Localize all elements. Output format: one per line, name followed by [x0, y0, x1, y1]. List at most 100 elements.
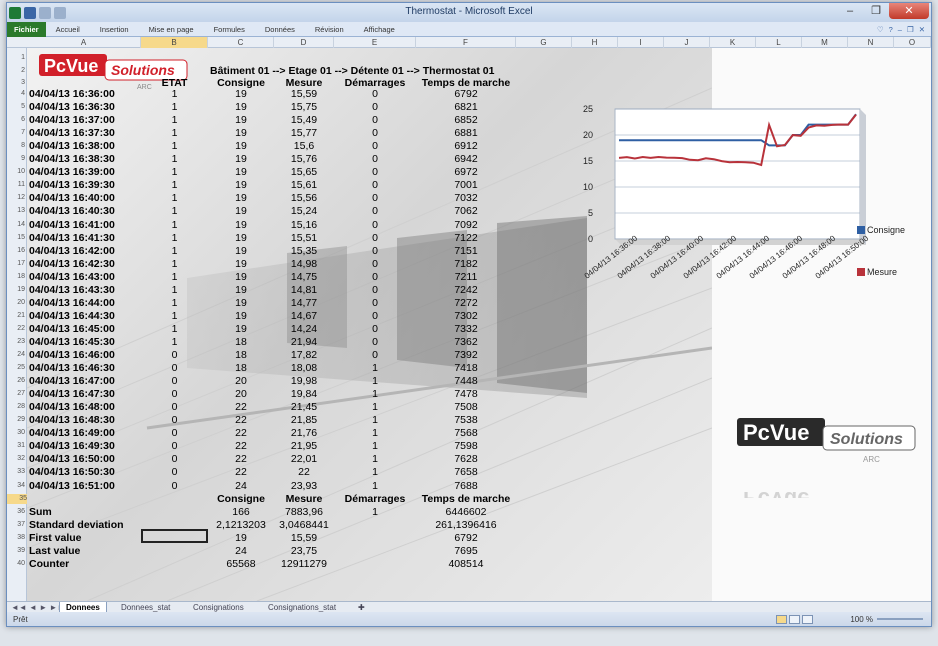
cell-consigne[interactable]: 19	[210, 245, 272, 258]
cell-consigne[interactable]: 19	[210, 166, 272, 179]
doc-close-icon[interactable]: ✕	[919, 25, 925, 34]
cell-consigne[interactable]: 22	[210, 466, 272, 479]
cell-demarrages[interactable]: 0	[336, 284, 414, 297]
cell-mesure[interactable]: 15,16	[276, 219, 332, 232]
cell-consigne[interactable]: 19	[210, 297, 272, 310]
tab-mise-en-page[interactable]: Mise en page	[139, 25, 204, 34]
cell-temps[interactable]: 7122	[418, 232, 514, 245]
column-header-b[interactable]: B	[141, 37, 208, 48]
cell-mesure[interactable]: 14,24	[276, 323, 332, 336]
cell-etat[interactable]: 1	[143, 140, 206, 153]
row-header-14[interactable]: 14	[7, 220, 25, 230]
cell-consigne[interactable]: 19	[210, 271, 272, 284]
cell-temps[interactable]: 7478	[418, 388, 514, 401]
cell-etat[interactable]: 1	[143, 284, 206, 297]
tab-affichage[interactable]: Affichage	[354, 25, 405, 34]
cell-temps[interactable]: 7182	[418, 258, 514, 271]
stats-demarrages[interactable]: 1	[336, 506, 414, 519]
row-header-6[interactable]: 6	[7, 115, 25, 125]
cell-timestamp[interactable]: 04/04/13 16:45:00	[29, 323, 139, 336]
cell-timestamp[interactable]: 04/04/13 16:43:00	[29, 271, 139, 284]
cell-consigne[interactable]: 19	[210, 101, 272, 114]
cell-timestamp[interactable]: 04/04/13 16:45:30	[29, 336, 139, 349]
cell-timestamp[interactable]: 04/04/13 16:42:30	[29, 258, 139, 271]
cell-temps[interactable]: 7211	[418, 271, 514, 284]
cell-consigne[interactable]: 18	[210, 336, 272, 349]
column-header-d[interactable]: D	[274, 37, 334, 48]
cell-mesure[interactable]: 14,98	[276, 258, 332, 271]
cell-consigne[interactable]: 19	[210, 232, 272, 245]
cell-etat[interactable]: 1	[143, 232, 206, 245]
cell-mesure[interactable]: 21,45	[276, 401, 332, 414]
stats-consigne[interactable]: 19	[210, 532, 272, 545]
cell-temps[interactable]: 7032	[418, 192, 514, 205]
stats-temps[interactable]: 261,1396416	[418, 519, 514, 532]
row-header-18[interactable]: 18	[7, 272, 25, 282]
cell-demarrages[interactable]: 1	[336, 388, 414, 401]
cell-consigne[interactable]: 19	[210, 192, 272, 205]
stats-mesure[interactable]: 23,75	[276, 545, 332, 558]
cell-mesure[interactable]: 15,51	[276, 232, 332, 245]
cell-mesure[interactable]: 15,6	[276, 140, 332, 153]
cell-mesure[interactable]: 19,84	[276, 388, 332, 401]
cell-demarrages[interactable]: 0	[336, 140, 414, 153]
cell-demarrages[interactable]: 0	[336, 271, 414, 284]
cell-consigne[interactable]: 19	[210, 127, 272, 140]
cell-consigne[interactable]: 19	[210, 153, 272, 166]
row-header-19[interactable]: 19	[7, 285, 25, 295]
cell-timestamp[interactable]: 04/04/13 16:47:00	[29, 375, 139, 388]
cell-mesure[interactable]: 15,35	[276, 245, 332, 258]
row-header-36[interactable]: 36	[7, 507, 25, 517]
cell-mesure[interactable]: 18,08	[276, 362, 332, 375]
cell-demarrages[interactable]: 0	[336, 219, 414, 232]
cell-demarrages[interactable]: 0	[336, 179, 414, 192]
cell-etat[interactable]: 1	[143, 336, 206, 349]
cell-consigne[interactable]: 19	[210, 179, 272, 192]
column-header-m[interactable]: M	[802, 37, 848, 48]
cell-demarrages[interactable]: 0	[336, 232, 414, 245]
selected-cell-b35[interactable]	[141, 529, 208, 543]
row-header-35[interactable]: 35	[7, 493, 27, 504]
stats-consigne[interactable]: 24	[210, 545, 272, 558]
cell-temps[interactable]: 7332	[418, 323, 514, 336]
cell-etat[interactable]: 1	[143, 245, 206, 258]
cell-timestamp[interactable]: 04/04/13 16:46:30	[29, 362, 139, 375]
row-header-12[interactable]: 12	[7, 193, 25, 203]
row-header-23[interactable]: 23	[7, 337, 25, 347]
cell-mesure[interactable]: 15,49	[276, 114, 332, 127]
stats-temps[interactable]: 408514	[418, 558, 514, 571]
cell-demarrages[interactable]: 1	[336, 440, 414, 453]
cell-etat[interactable]: 1	[143, 323, 206, 336]
cell-temps[interactable]: 6792	[418, 88, 514, 101]
cell-consigne[interactable]: 20	[210, 375, 272, 388]
stats-temps[interactable]: 6446602	[418, 506, 514, 519]
cell-temps[interactable]: 7272	[418, 297, 514, 310]
file-tab[interactable]: Fichier	[7, 21, 46, 37]
cell-etat[interactable]: 0	[143, 414, 206, 427]
row-header-9[interactable]: 9	[7, 154, 25, 164]
row-header-21[interactable]: 21	[7, 311, 25, 321]
cell-temps[interactable]: 7568	[418, 427, 514, 440]
cell-demarrages[interactable]: 0	[336, 336, 414, 349]
line-chart[interactable]: 0 5 10 15 20 25 04/04/13 16:36:00 04/04/13 16:3…	[557, 103, 912, 383]
cell-mesure[interactable]: 17,82	[276, 349, 332, 362]
cell-demarrages[interactable]: 1	[336, 362, 414, 375]
row-header-11[interactable]: 11	[7, 180, 25, 190]
row-header-20[interactable]: 20	[7, 298, 25, 308]
cell-consigne[interactable]: 24	[210, 480, 272, 493]
cell-timestamp[interactable]: 04/04/13 16:39:30	[29, 179, 139, 192]
cell-timestamp[interactable]: 04/04/13 16:42:00	[29, 245, 139, 258]
cell-consigne[interactable]: 20	[210, 388, 272, 401]
stats-consigne[interactable]: 166	[210, 506, 272, 519]
tab-donnees[interactable]: Données	[255, 25, 305, 34]
cell-timestamp[interactable]: 04/04/13 16:47:30	[29, 388, 139, 401]
cell-etat[interactable]: 1	[143, 127, 206, 140]
row-header-3[interactable]: 3	[7, 78, 25, 88]
cell-demarrages[interactable]: 0	[336, 245, 414, 258]
cell-temps[interactable]: 7362	[418, 336, 514, 349]
help-icon[interactable]: ?	[889, 25, 893, 34]
cell-demarrages[interactable]: 0	[336, 166, 414, 179]
row-header-1[interactable]: 1	[7, 53, 25, 63]
cell-timestamp[interactable]: 04/04/13 16:37:30	[29, 127, 139, 140]
cell-timestamp[interactable]: 04/04/13 16:50:30	[29, 466, 139, 479]
